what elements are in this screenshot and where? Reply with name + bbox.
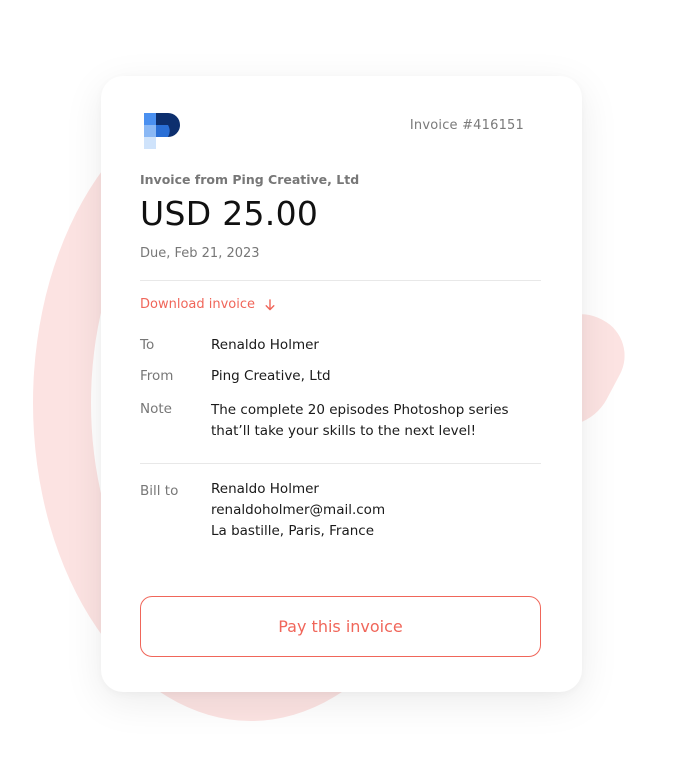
arrow-down-icon <box>265 298 275 310</box>
note-line-2: that’ll take your skills to the next lev… <box>211 423 477 439</box>
invoice-from-line: Invoice from Ping Creative, Ltd <box>140 172 360 187</box>
pay-invoice-button[interactable]: Pay this invoice <box>140 596 541 657</box>
page: Invoice #416151 Invoice from Ping Creati… <box>0 0 691 766</box>
pay-invoice-label: Pay this invoice <box>278 617 403 636</box>
note-label: Note <box>140 401 172 417</box>
to-value: Renaldo Holmer <box>211 337 319 353</box>
bill-to-label: Bill to <box>140 483 179 499</box>
invoice-number: Invoice #416151 <box>409 118 524 133</box>
download-invoice-label: Download invoice <box>140 297 256 312</box>
bill-to-email: renaldoholmer@mail.com <box>211 502 386 518</box>
ping-creative-logo-icon <box>144 113 180 149</box>
bill-to-name: Renaldo Holmer <box>211 481 319 497</box>
divider-middle <box>140 463 541 464</box>
from-label: From <box>140 368 174 384</box>
note-line-1: The complete 20 episodes Photoshop serie… <box>211 402 509 418</box>
bill-to-block: Renaldo Holmer renaldoholmer@mail.com La… <box>211 479 541 542</box>
note-value: The complete 20 episodes Photoshop serie… <box>211 400 541 442</box>
due-date: Due, Feb 21, 2023 <box>140 246 260 261</box>
divider-top <box>140 280 541 281</box>
from-value: Ping Creative, Ltd <box>211 368 331 384</box>
invoice-card: Invoice #416151 Invoice from Ping Creati… <box>101 76 582 692</box>
bill-to-address: La bastille, Paris, France <box>211 523 375 539</box>
to-label: To <box>140 337 155 353</box>
download-invoice-link[interactable]: Download invoice <box>140 297 275 312</box>
invoice-amount: USD 25.00 <box>140 194 319 233</box>
